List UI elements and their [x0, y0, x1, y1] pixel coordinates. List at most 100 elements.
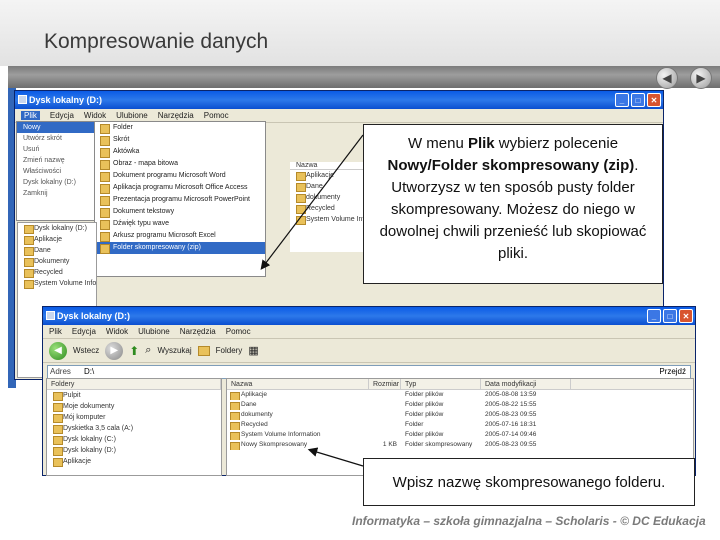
- instruction-callout-1: W menu Plik wybierz polecenie Nowy/Folde…: [363, 124, 663, 284]
- menu-item[interactable]: Widok: [106, 327, 128, 336]
- file-menu: Nowy Utwórz skrót Usuń Zmień nazwę Właściwoś…: [16, 121, 96, 221]
- search-button[interactable]: Wyszukaj: [157, 346, 191, 355]
- callout1-text-d: Utworzysz w ten sposób pusty folder skom…: [379, 179, 647, 262]
- file-size: [369, 390, 401, 400]
- menu-item[interactable]: Edycja: [72, 327, 96, 336]
- minimize-button[interactable]: _: [615, 93, 629, 107]
- menu-item[interactable]: Ulubione: [116, 111, 148, 120]
- file-date: 2005-08-08 13:59: [485, 391, 537, 398]
- chevron-left-icon: ◀: [662, 71, 672, 85]
- file-menu-item[interactable]: Dysk lokalny (D:): [17, 177, 95, 188]
- callout1-text-b: wybierz polecenie: [494, 135, 619, 152]
- file-menu-item[interactable]: Zamknij: [17, 188, 95, 199]
- file-type: Folder: [405, 421, 424, 428]
- maximize-button[interactable]: □: [663, 309, 677, 323]
- table-row[interactable]: Dane Folder plików 2005-08-22 15:55: [227, 400, 693, 410]
- go-button[interactable]: Przejdź: [659, 366, 686, 378]
- file-menu-item[interactable]: Nowy: [17, 122, 95, 133]
- new-submenu-item[interactable]: Skrót: [95, 134, 265, 146]
- file-name: Recycled: [227, 420, 369, 430]
- list-item[interactable]: System Volume Inf: [290, 214, 370, 225]
- tree-item[interactable]: Dysk lokalny (C:): [47, 434, 221, 445]
- file-type: Folder plików: [405, 391, 444, 398]
- header-bar: [8, 66, 720, 88]
- column-name-header[interactable]: Nazwa: [290, 162, 370, 170]
- file-size: [369, 420, 401, 430]
- new-submenu-item[interactable]: Prezentacja programu Microsoft PowerPoin…: [95, 194, 265, 206]
- menu-item[interactable]: Narzędzia: [158, 111, 194, 120]
- tree-item[interactable]: Mój komputer: [47, 412, 221, 423]
- new-submenu-item[interactable]: Aktówka: [95, 146, 265, 158]
- next-slide-button[interactable]: ▶: [690, 67, 712, 89]
- file-size: [369, 410, 401, 420]
- tree-item[interactable]: Aplikacje: [47, 456, 221, 467]
- tree-item[interactable]: Aplikacje: [18, 234, 96, 245]
- tree-item[interactable]: Moje dokumenty: [47, 401, 221, 412]
- column-header[interactable]: Rozmiar: [369, 379, 401, 389]
- file-type: Folder plików: [405, 431, 444, 438]
- menu-item[interactable]: Ulubione: [138, 327, 170, 336]
- window-2-title: Dysk lokalny (D:): [57, 311, 131, 321]
- menu-item[interactable]: Plik: [49, 327, 62, 336]
- table-row[interactable]: dokumenty Folder plików 2005-08-23 09:55: [227, 410, 693, 420]
- new-submenu-item[interactable]: Dokument programu Microsoft Word: [95, 170, 265, 182]
- previous-slide-button[interactable]: ◀: [656, 67, 678, 89]
- minimize-button[interactable]: _: [647, 309, 661, 323]
- new-submenu-item[interactable]: Folder skompresowany (zip): [95, 242, 265, 254]
- column-header[interactable]: Data modyfikacji: [481, 379, 571, 389]
- folders-button[interactable]: Foldery: [216, 346, 243, 355]
- tree-item[interactable]: Pulpit: [47, 390, 221, 401]
- table-row[interactable]: Aplikacje Folder plików 2005-08-08 13:59: [227, 390, 693, 400]
- tree-item[interactable]: System Volume Information: [18, 278, 96, 289]
- table-row[interactable]: System Volume Information Folder plików 20…: [227, 430, 693, 440]
- column-header[interactable]: Nazwa: [227, 379, 369, 389]
- close-button[interactable]: ✕: [679, 309, 693, 323]
- new-submenu-item[interactable]: Aplikacja programu Microsoft Office Acce…: [95, 182, 265, 194]
- list-item[interactable]: Recycled: [290, 203, 370, 214]
- file-menu-item[interactable]: Zmień nazwę: [17, 155, 95, 166]
- window-2-toolbar: ◀ Wstecz ▶ ⬆ ⌕ Wyszukaj Foldery ▦: [43, 339, 695, 363]
- tree-item[interactable]: Dane: [18, 245, 96, 256]
- menu-item[interactable]: Plik: [21, 111, 40, 120]
- new-submenu-item[interactable]: Folder: [95, 122, 265, 134]
- folders-pane-header: Foldery: [47, 379, 221, 390]
- list-item[interactable]: Dane: [290, 181, 370, 192]
- new-submenu-item[interactable]: Dokument tekstowy: [95, 206, 265, 218]
- tree-item[interactable]: Recycled: [18, 267, 96, 278]
- file-menu-item[interactable]: Utwórz skrót: [17, 133, 95, 144]
- menu-item[interactable]: Pomoc: [204, 111, 229, 120]
- file-menu-item[interactable]: Właściwości: [17, 166, 95, 177]
- back-arrow-icon[interactable]: ◀: [49, 341, 67, 360]
- menu-item[interactable]: Narzędzia: [180, 327, 216, 336]
- menu-item[interactable]: Edycja: [50, 111, 74, 120]
- maximize-button[interactable]: □: [631, 93, 645, 107]
- new-submenu-item[interactable]: Dźwięk typu wave: [95, 218, 265, 230]
- new-submenu-item[interactable]: Obraz - mapa bitowa: [95, 158, 265, 170]
- instruction-callout-2: Wpisz nazwę skompresowanego folderu.: [363, 458, 695, 506]
- menu-item[interactable]: Widok: [84, 111, 106, 120]
- tree-item[interactable]: Dyskietka 3,5 cala (A:): [47, 423, 221, 434]
- back-button[interactable]: Wstecz: [73, 346, 99, 355]
- table-row[interactable]: Recycled Folder 2005-07-16 18:31: [227, 420, 693, 430]
- menu-item[interactable]: Pomoc: [226, 327, 251, 336]
- forward-arrow-icon[interactable]: ▶: [105, 341, 124, 360]
- file-menu-item[interactable]: Usuń: [17, 144, 95, 155]
- address-bar[interactable]: Adres D:\ Przejdź: [47, 365, 691, 379]
- file-type: Folder plików: [405, 411, 444, 418]
- drive-icon: [18, 95, 27, 104]
- new-submenu-item[interactable]: Arkusz programu Microsoft Excel: [95, 230, 265, 242]
- tree-item[interactable]: Dysk lokalny (D:): [47, 445, 221, 456]
- views-icon[interactable]: ▦: [248, 344, 258, 357]
- file-date: 2005-08-23 09:55: [485, 441, 537, 448]
- list-item[interactable]: Aplikacje: [290, 170, 370, 181]
- file-date: 2005-08-23 09:55: [485, 411, 537, 418]
- close-button[interactable]: ✕: [647, 93, 661, 107]
- up-folder-icon[interactable]: ⬆: [129, 344, 139, 358]
- list-item[interactable]: dokumenty: [290, 192, 370, 203]
- window-2-titlebar: Dysk lokalny (D:) _ □ ✕: [43, 307, 695, 325]
- column-header[interactable]: Typ: [401, 379, 481, 389]
- tree-item[interactable]: Dysk lokalny (D:): [18, 223, 96, 234]
- tree-item[interactable]: Dokumenty: [18, 256, 96, 267]
- table-row[interactable]: Nowy Skompresowany 1 KB Folder skompresowa…: [227, 440, 693, 450]
- callout1-bold-a: Plik: [467, 135, 495, 152]
